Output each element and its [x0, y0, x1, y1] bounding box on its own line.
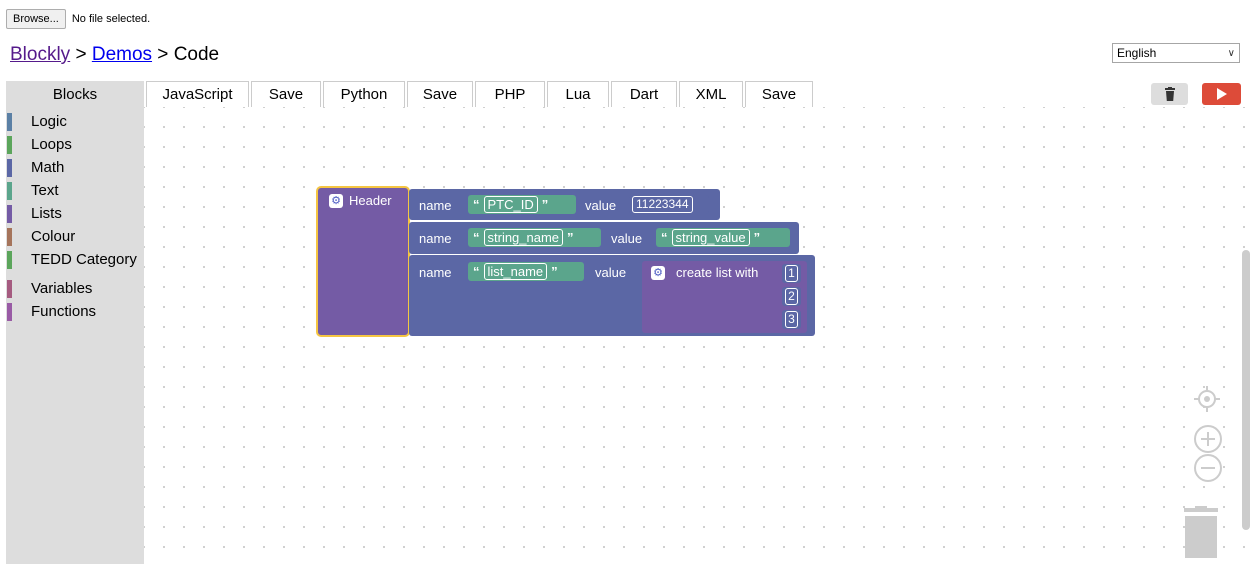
string-block[interactable]: “ list_name ”	[468, 262, 584, 281]
category-color-swatch	[7, 182, 12, 200]
tab-save-xml[interactable]: Save	[745, 81, 813, 107]
number-block[interactable]: 1	[782, 264, 801, 283]
browse-button[interactable]: Browse...	[6, 9, 66, 29]
run-button[interactable]	[1202, 83, 1241, 105]
breadcrumb-separator: >	[70, 44, 92, 65]
category-label: Lists	[31, 205, 62, 222]
category-color-swatch	[7, 251, 12, 269]
tab-python[interactable]: Python	[323, 81, 405, 107]
zoom-out-icon[interactable]	[1193, 453, 1223, 483]
breadcrumb-separator: >	[152, 44, 174, 65]
breadcrumb: Blockly > Demos > Code	[10, 44, 219, 66]
create-list-block[interactable]: ⚙ create list with 1 2 3	[642, 261, 807, 333]
string-field[interactable]: string_value	[671, 229, 750, 246]
category-color-swatch	[7, 159, 12, 177]
tab-save-python[interactable]: Save	[407, 81, 473, 107]
string-field[interactable]: list_name	[483, 263, 548, 280]
string-field[interactable]: string_name	[483, 229, 564, 246]
open-quote-icon: “	[661, 230, 668, 245]
create-list-label: create list with	[676, 265, 759, 280]
play-icon	[1216, 88, 1227, 100]
value-label: value	[595, 265, 627, 280]
trashcan-icon[interactable]	[1180, 506, 1222, 558]
category-math[interactable]: Math	[6, 156, 144, 179]
category-label: TEDD Category	[31, 251, 137, 268]
category-tedd[interactable]: TEDD Category	[6, 248, 144, 271]
category-label: Logic	[31, 113, 67, 130]
open-quote-icon: “	[473, 264, 480, 279]
workspace-scrollbar[interactable]	[1242, 250, 1250, 530]
category-label: Colour	[31, 228, 76, 245]
close-quote-icon: ”	[541, 197, 549, 212]
number-block[interactable]: 2	[782, 287, 801, 306]
tab-xml[interactable]: XML	[679, 81, 743, 107]
category-text[interactable]: Text	[6, 179, 144, 202]
string-field[interactable]: PTC_ID	[483, 196, 538, 213]
close-quote-icon: ”	[567, 230, 574, 245]
category-color-swatch	[7, 280, 12, 298]
number-field[interactable]: 3	[785, 311, 798, 328]
language-select[interactable]: English ∨	[1112, 43, 1240, 63]
mutator-gear-icon[interactable]: ⚙	[329, 194, 343, 208]
category-colour[interactable]: Colour	[6, 225, 144, 248]
string-block[interactable]: “ string_value ”	[656, 228, 790, 247]
category-label: Loops	[31, 136, 72, 153]
name-label: name	[419, 231, 452, 246]
number-block[interactable]: 3	[782, 310, 801, 329]
number-block[interactable]: 11223344	[629, 195, 709, 214]
value-label: value	[611, 231, 643, 246]
trash-icon	[1164, 87, 1175, 101]
category-label: Functions	[31, 303, 97, 320]
breadcrumb-demos-link[interactable]: Demos	[92, 44, 152, 65]
file-input-row: Browse... No file selected.	[6, 9, 150, 29]
tab-lua[interactable]: Lua	[547, 81, 609, 107]
tab-save-javascript[interactable]: Save	[251, 81, 321, 107]
category-label: Math	[31, 159, 65, 176]
zoom-in-icon[interactable]	[1193, 424, 1223, 454]
category-label: Variables	[31, 280, 93, 297]
value-label: value	[585, 198, 617, 213]
number-field[interactable]: 11223344	[632, 196, 693, 213]
language-selected: English	[1117, 46, 1157, 60]
tab-dart[interactable]: Dart	[611, 81, 677, 107]
open-quote-icon: “	[473, 230, 480, 245]
category-variables[interactable]: Variables	[6, 277, 144, 300]
header-label: Header	[349, 193, 392, 208]
tab-php[interactable]: PHP	[475, 81, 545, 107]
tab-bar: Blocks JavaScript Save Python Save PHP L…	[6, 81, 815, 107]
string-block[interactable]: “ string_name ”	[468, 228, 601, 247]
category-functions[interactable]: Functions	[6, 300, 144, 323]
close-quote-icon: ”	[753, 230, 761, 245]
tab-blocks[interactable]: Blocks	[6, 81, 144, 107]
mutator-gear-icon[interactable]: ⚙	[651, 266, 665, 280]
category-logic[interactable]: Logic	[6, 110, 144, 133]
breadcrumb-blockly-link[interactable]: Blockly	[10, 44, 70, 65]
breadcrumb-current: Code	[173, 44, 220, 65]
header-block[interactable]: ⚙ Header	[316, 186, 410, 337]
delete-all-button[interactable]	[1151, 83, 1188, 105]
category-color-swatch	[7, 136, 12, 154]
close-quote-icon: ”	[551, 264, 558, 279]
tab-javascript[interactable]: JavaScript	[146, 81, 249, 107]
open-quote-icon: “	[473, 197, 480, 212]
file-status-text: No file selected.	[71, 13, 151, 25]
number-field[interactable]: 2	[785, 288, 798, 305]
category-lists[interactable]: Lists	[6, 202, 144, 225]
string-block[interactable]: “ PTC_ID ”	[468, 195, 576, 214]
category-color-swatch	[7, 303, 12, 321]
name-label: name	[419, 198, 452, 213]
recenter-icon[interactable]	[1193, 385, 1221, 413]
category-color-swatch	[7, 113, 12, 131]
toolbox: Logic Loops Math Text Lists Colour TEDD …	[6, 107, 144, 564]
name-label: name	[419, 265, 452, 280]
category-color-swatch	[7, 205, 12, 223]
chevron-down-icon: ∨	[1227, 47, 1235, 59]
category-loops[interactable]: Loops	[6, 133, 144, 156]
number-field[interactable]: 1	[785, 265, 798, 282]
category-label: Text	[31, 182, 59, 199]
category-color-swatch	[7, 228, 12, 246]
